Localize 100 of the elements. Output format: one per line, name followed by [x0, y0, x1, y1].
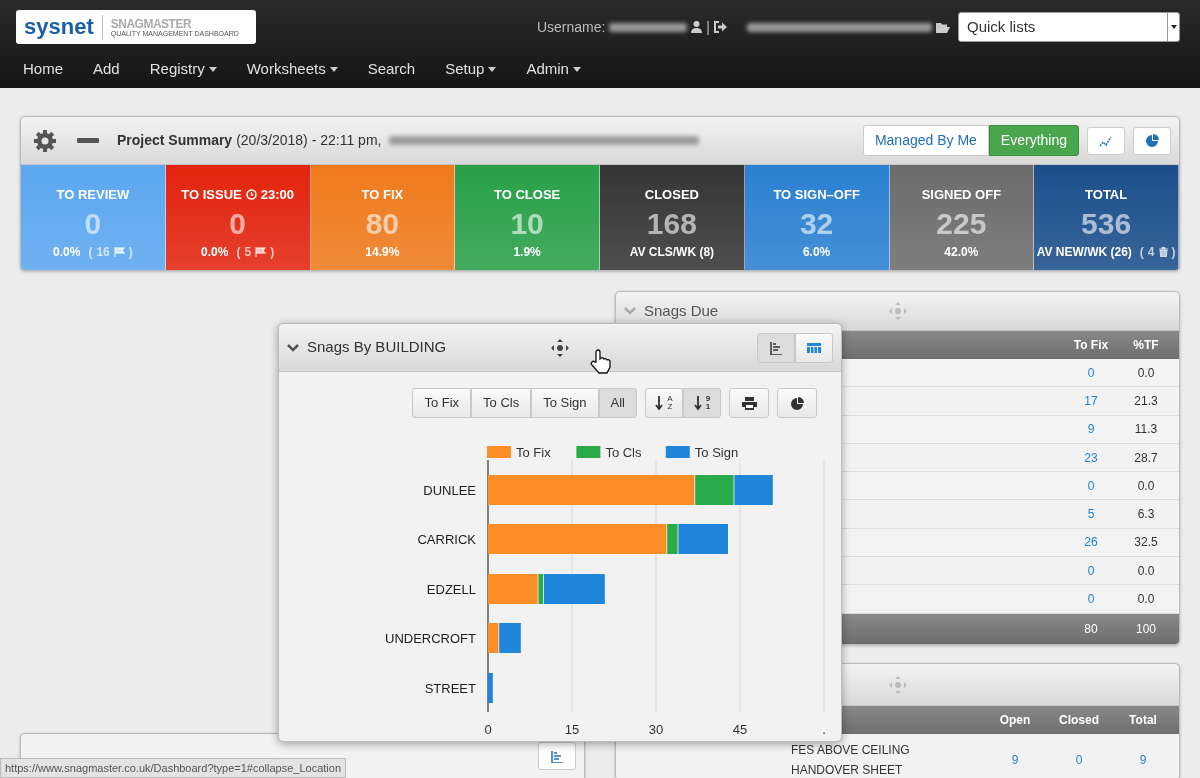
count-link[interactable]: 0 — [1061, 561, 1121, 580]
user-icon — [691, 21, 703, 33]
count-link[interactable]: 9 — [983, 750, 1047, 769]
logo-text: sysnet — [24, 16, 94, 38]
legend-item[interactable]: To Sign — [665, 445, 739, 460]
category-label: EDZELL — [426, 582, 476, 597]
quick-lists-select[interactable]: Quick lists — [958, 12, 1180, 42]
pie-chart-button[interactable] — [1133, 126, 1171, 155]
nav-link[interactable]: Admin — [511, 57, 596, 81]
nav-link[interactable]: Setup — [430, 57, 512, 81]
hand-cursor-icon — [590, 349, 614, 375]
count-link[interactable]: 0 — [1061, 363, 1121, 382]
nav-link[interactable]: Home — [8, 57, 78, 81]
tile-value: 80 — [364, 208, 401, 239]
printer-icon — [741, 397, 757, 411]
axis-tick-label: 30 — [648, 722, 664, 737]
down-arrow-icon — [693, 395, 702, 411]
column-header[interactable]: Closed — [1047, 710, 1111, 729]
bar-segment[interactable] — [734, 475, 773, 505]
count-link[interactable]: 5 — [1061, 505, 1121, 524]
count-link[interactable]: 9 — [1111, 750, 1175, 769]
status-tile[interactable]: TO ISSUE 23:00 0 0.0% ( 5 ) — [165, 165, 311, 270]
filter-button[interactable]: To Cls — [471, 388, 532, 418]
column-header[interactable]: Open — [983, 710, 1047, 729]
category-label: CARRICK — [417, 532, 476, 547]
table-cell-text: 28.7 — [1133, 449, 1159, 467]
bar-segment[interactable] — [488, 524, 667, 554]
bar-segment[interactable] — [538, 574, 544, 604]
table-view-button[interactable] — [795, 332, 833, 363]
tile-count: 4 — [1147, 243, 1155, 261]
print-button[interactable] — [729, 388, 769, 418]
count-link[interactable]: 0 — [1047, 750, 1111, 769]
bar-segment[interactable] — [678, 524, 728, 554]
bracket-text: ) — [128, 243, 133, 261]
status-tile[interactable]: SIGNED OFF 225 42.0% — [889, 165, 1035, 270]
collapse-icon[interactable] — [77, 138, 99, 143]
column-header[interactable]: Total — [1111, 710, 1175, 729]
flag-icon — [255, 246, 267, 257]
status-tile[interactable]: TO CLOSE 10 1.9% — [455, 165, 600, 270]
trend-chart-button[interactable] — [1087, 126, 1125, 155]
nav-link[interactable]: Worksheets — [231, 57, 353, 81]
table-cell-text: 0.0 — [1136, 364, 1156, 382]
nav-link[interactable]: Search — [352, 57, 431, 81]
chevron-down-icon[interactable] — [287, 343, 299, 352]
pie-chart-icon — [790, 396, 804, 411]
bar-segment[interactable] — [488, 673, 493, 703]
scope-toggle[interactable]: Managed By Me — [862, 125, 989, 156]
filter-button[interactable]: To Sign — [531, 388, 599, 418]
tile-value: 536 — [1080, 208, 1133, 239]
status-tile[interactable]: TOTAL 536 AV NEW/WK (26) ( 4 ) — [1034, 165, 1179, 270]
column-header[interactable]: To Fix — [1061, 336, 1121, 354]
table-cell-text: 32.5 — [1133, 534, 1159, 552]
status-tile[interactable]: CLOSED 168 AV CLS/WK (8) — [600, 165, 745, 270]
status-tile[interactable]: TO REVIEW 0 0.0% ( 16 ) — [21, 165, 166, 270]
count-link[interactable]: 0 — [1061, 590, 1121, 608]
count-link[interactable]: 0 — [1061, 476, 1121, 495]
sign-out-icon[interactable] — [714, 21, 727, 33]
bar-segment[interactable] — [488, 623, 499, 653]
axis-tick-label: 45 — [732, 722, 748, 737]
sort-alpha-button[interactable]: A Z — [645, 388, 683, 418]
folder-icon[interactable] — [936, 21, 950, 33]
status-tile[interactable]: TO FIX 80 14.9% — [310, 165, 456, 270]
chart-view-button[interactable] — [757, 332, 795, 363]
bracket-text: ( — [236, 243, 241, 261]
settings-icon[interactable] — [33, 128, 57, 153]
move-icon[interactable] — [550, 338, 570, 358]
filter-button[interactable]: To Fix — [412, 388, 472, 418]
bar-chart-button[interactable] — [538, 742, 576, 770]
pie-chart-button[interactable] — [777, 388, 817, 418]
scope-toggle[interactable]: Everything — [988, 125, 1079, 156]
tile-label: TO CLOSE — [494, 186, 561, 204]
legend-item[interactable]: To Cls — [576, 445, 642, 460]
bar-segment[interactable] — [499, 623, 521, 653]
panel-title: Project Summary — [117, 131, 233, 150]
status-bar-url: https://www.snagmaster.co.uk/Dashboard?type=1#collapse_Location — [0, 757, 346, 778]
bar-segment[interactable] — [667, 524, 678, 554]
nav-link[interactable]: Add — [78, 57, 135, 81]
flag-icon — [113, 246, 125, 257]
pie-chart-icon — [1145, 134, 1159, 149]
column-header[interactable]: %TF — [1121, 336, 1171, 354]
filter-button[interactable]: All — [598, 388, 637, 418]
legend-label: To Cls — [605, 445, 643, 460]
table-cell-text: 11.3 — [1133, 421, 1159, 439]
panel-title: Snags Due — [644, 300, 719, 321]
nav-link[interactable]: Registry — [134, 57, 232, 81]
category-label: UNDERCROFT — [385, 631, 476, 646]
count-link[interactable]: 26 — [1061, 533, 1121, 552]
count-link[interactable]: 17 — [1061, 391, 1121, 410]
tile-value: 225 — [935, 208, 988, 239]
count-link[interactable]: 9 — [1061, 420, 1121, 439]
trash-icon — [1158, 246, 1168, 257]
table-icon — [807, 343, 821, 354]
legend-item[interactable]: To Fix — [487, 445, 551, 460]
bar-segment[interactable] — [695, 475, 734, 505]
bar-segment[interactable] — [488, 475, 695, 505]
count-link[interactable]: 23 — [1061, 448, 1121, 467]
bar-segment[interactable] — [544, 574, 605, 604]
bar-segment[interactable] — [488, 574, 538, 604]
status-tile[interactable]: TO SIGN–OFF 32 6.0% — [744, 165, 890, 270]
sort-numeric-button[interactable]: 9 1 — [683, 388, 721, 418]
